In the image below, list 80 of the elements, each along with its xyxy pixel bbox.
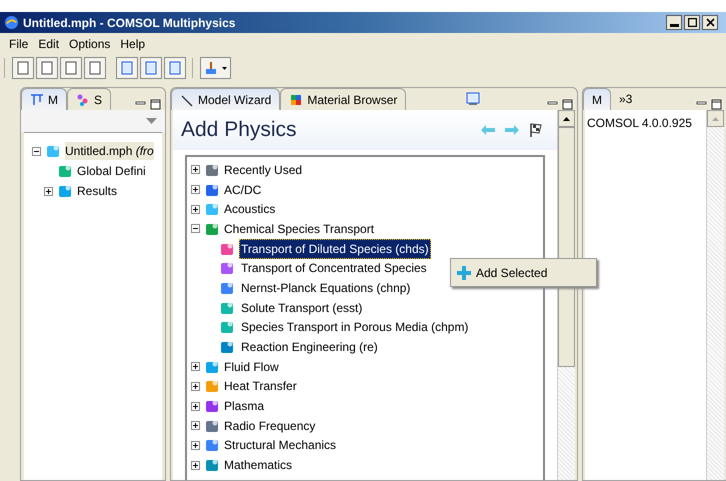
expand-icon[interactable] <box>191 204 200 214</box>
physics-icon <box>219 339 235 356</box>
toolbar-button[interactable] <box>140 57 162 79</box>
menu-item[interactable]: Add Selected <box>457 264 548 282</box>
wizard-heading: Add Physics <box>181 117 297 144</box>
maximize-icon[interactable] <box>711 99 722 110</box>
expand-icon[interactable] <box>44 186 53 196</box>
category-icon <box>204 378 220 394</box>
panel-tab[interactable]: »3 <box>611 88 640 110</box>
tree-item[interactable]: Nernst-Planck Equations (chnp) <box>239 278 412 297</box>
toolbar-button[interactable] <box>200 57 231 79</box>
tree-item[interactable]: Radio Frequency <box>224 416 316 435</box>
tree-item[interactable]: Species Transport in Porous Media (chpm) <box>239 318 470 336</box>
view-menu-icon[interactable] <box>146 118 157 124</box>
menu-item[interactable]: Help <box>115 35 150 53</box>
menu-item[interactable]: Edit <box>33 35 64 53</box>
tree-item[interactable]: Solute Transport (esst) <box>239 298 364 317</box>
panel-tab[interactable]: M <box>583 88 611 110</box>
toolbar-button[interactable] <box>12 57 34 79</box>
tree-item[interactable]: Transport of Concentrated Species <box>239 259 429 278</box>
maximize-button[interactable] <box>684 15 700 30</box>
tree-item[interactable]: Mathematics <box>224 456 292 474</box>
dropdown-icon <box>222 66 227 70</box>
minimize-button[interactable] <box>666 15 682 30</box>
tree-item[interactable]: Reaction Engineering (re) <box>239 338 380 356</box>
expand-icon[interactable] <box>191 165 200 174</box>
expand-icon[interactable] <box>191 440 200 450</box>
toolbar-button[interactable] <box>60 57 82 79</box>
tree-item[interactable]: Acoustics <box>224 200 276 218</box>
toolbar-button[interactable] <box>36 57 58 79</box>
window-title: Untitled.mph - COMSOL Multiphysics <box>23 14 236 32</box>
expand-icon[interactable] <box>191 421 200 430</box>
new-file-icon <box>16 61 30 75</box>
plus-icon <box>457 266 471 280</box>
toolbar-button[interactable] <box>116 57 138 79</box>
collapse-icon[interactable] <box>32 146 41 156</box>
expand-icon[interactable] <box>191 185 200 194</box>
physics-icon <box>219 319 235 336</box>
maximize-icon[interactable] <box>562 99 573 110</box>
expand-icon[interactable] <box>191 402 200 411</box>
tree-item[interactable]: Global Defini <box>77 162 146 180</box>
tree-item[interactable]: Fluid Flow <box>224 358 279 376</box>
expand-icon[interactable] <box>191 362 200 372</box>
app-logo-icon <box>4 15 19 30</box>
tree-item[interactable]: Results <box>77 182 118 200</box>
tree-item[interactable]: Recently Used <box>224 160 302 179</box>
panel-tab[interactable]: Material Browser <box>280 88 406 110</box>
maximize-icon <box>688 18 696 27</box>
category-icon <box>204 398 220 414</box>
scroll-up-icon[interactable] <box>563 116 570 120</box>
panel-tab[interactable]: Model Wizard <box>171 88 280 110</box>
tree-item[interactable]: Heat Transfer <box>224 377 297 396</box>
console-text: COMSOL 4.0.0.925 <box>587 116 692 130</box>
expand-icon[interactable] <box>191 460 200 470</box>
category-icon <box>204 437 220 454</box>
close-icon <box>706 18 714 27</box>
collapse-icon[interactable] <box>191 224 200 234</box>
brush-icon <box>204 61 218 75</box>
tree-item[interactable]: Structural Mechanics <box>224 436 336 454</box>
scrollbar[interactable] <box>706 110 724 480</box>
panel-tab[interactable]: S <box>67 88 112 110</box>
scrollbar[interactable] <box>557 110 575 480</box>
toolbar-button[interactable] <box>164 57 186 79</box>
menu-item[interactable]: Options <box>64 35 116 53</box>
tree-item[interactable]: Plasma <box>224 397 264 416</box>
expand-icon[interactable] <box>191 382 200 391</box>
category-icon <box>204 201 220 218</box>
tree-item[interactable]: Untitled.mph (fro <box>65 142 154 160</box>
toolbar-button[interactable] <box>84 57 106 79</box>
tree-icon <box>30 92 44 106</box>
tree-item[interactable]: Transport of Diluted Species (chds) <box>239 238 431 259</box>
maximize-icon[interactable] <box>150 99 161 110</box>
close-button[interactable] <box>702 15 718 30</box>
physics-icon <box>219 260 235 276</box>
tree-item[interactable]: AC/DC <box>224 180 262 199</box>
category-icon <box>204 457 220 474</box>
panel-tab[interactable]: M <box>21 88 67 110</box>
tree-item[interactable]: Chemical Species Transport <box>224 220 374 238</box>
molecules-icon <box>76 92 90 106</box>
menu-item[interactable]: File <box>4 35 34 53</box>
